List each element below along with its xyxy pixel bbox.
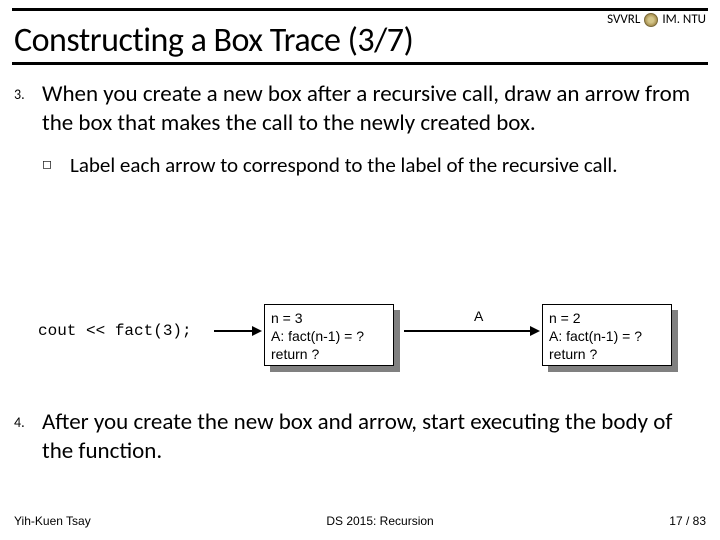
arrow-head-2-icon	[530, 326, 540, 336]
list-text: When you create a new box after a recurs…	[42, 80, 706, 138]
list-item-3: 3. When you create a new box after a rec…	[14, 80, 706, 138]
sub-list-item: ◻ Label each arrow to correspond to the …	[42, 152, 706, 178]
sub-marker-icon: ◻	[42, 152, 70, 178]
code-snippet: cout << fact(3);	[38, 322, 192, 340]
box-content: n = 3 A: fact(n-1) = ? return ?	[264, 304, 394, 366]
box2-line1: n = 2	[549, 309, 665, 327]
box2-line2: A: fact(n-1) = ?	[549, 327, 665, 345]
trace-box-2: n = 2 A: fact(n-1) = ? return ?	[542, 304, 672, 366]
box-trace-diagram: cout << fact(3); n = 3 A: fact(n-1) = ? …	[14, 298, 706, 388]
arrow-line-2	[404, 330, 532, 332]
content-area: 3. When you create a new box after a rec…	[14, 80, 706, 178]
arrow-head-1-icon	[252, 326, 262, 336]
footer: Yih-Kuen Tsay DS 2015: Recursion 17 / 83	[14, 514, 706, 528]
ntu-logo-icon	[644, 13, 658, 27]
slide-title: Constructing a Box Trace (3/7)	[14, 20, 413, 61]
box2-line3: return ?	[549, 345, 665, 363]
box1-line2: A: fact(n-1) = ?	[271, 327, 387, 345]
arrow-line-1	[214, 330, 254, 332]
box1-line3: return ?	[271, 345, 387, 363]
list-item-4: 4. After you create the new box and arro…	[14, 408, 706, 466]
header-affiliation: SVVRL IM. NTU	[607, 12, 706, 27]
sub-text: Label each arrow to correspond to the la…	[70, 152, 706, 178]
footer-page: 17 / 83	[669, 514, 706, 528]
arrow-label: A	[474, 308, 483, 324]
title-underline	[12, 62, 708, 65]
box1-line1: n = 3	[271, 309, 387, 327]
list-number: 4.	[14, 408, 42, 466]
list-number: 3.	[14, 80, 42, 138]
org-left: SVVRL	[607, 12, 640, 27]
list-item-4-wrap: 4. After you create the new box and arro…	[14, 408, 706, 480]
box-content: n = 2 A: fact(n-1) = ? return ?	[542, 304, 672, 366]
list-text: After you create the new box and arrow, …	[42, 408, 706, 466]
org-right: IM. NTU	[662, 12, 706, 27]
footer-author: Yih-Kuen Tsay	[14, 514, 91, 528]
trace-box-1: n = 3 A: fact(n-1) = ? return ?	[264, 304, 394, 366]
footer-course: DS 2015: Recursion	[326, 514, 433, 528]
header-top-rule	[12, 8, 708, 11]
